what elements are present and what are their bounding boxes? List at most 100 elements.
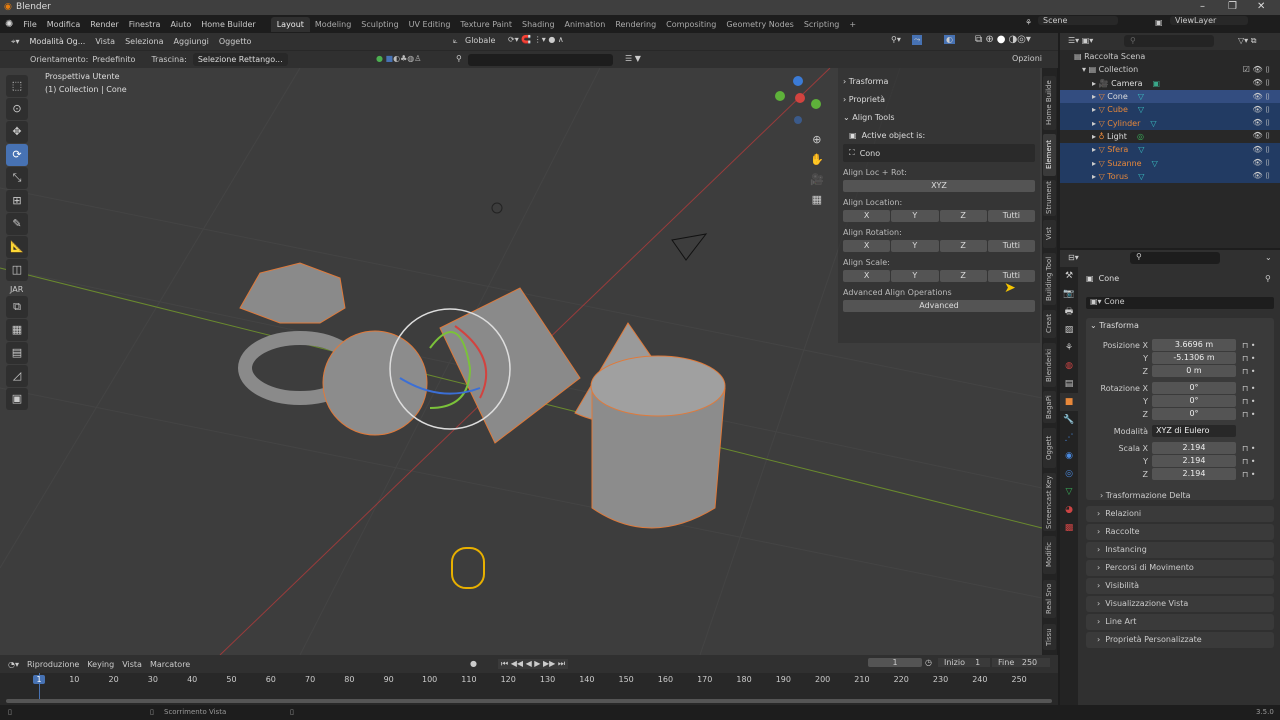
close-button[interactable]: ✕ [1257, 1, 1265, 12]
rotation-x-field[interactable]: 0° [1152, 382, 1236, 394]
tab-shading[interactable]: Shading [517, 20, 560, 29]
editor-type-icon[interactable]: ⌖▾ [8, 37, 23, 47]
start-frame-field[interactable]: Inizio 1 [938, 658, 990, 667]
sidebar-tab-building-tool[interactable]: Building Tool [1043, 253, 1056, 305]
constraints-tab-icon[interactable]: ◎ [1060, 465, 1078, 483]
panel-percorsi-di-movimento[interactable]: › Percorsi di Movimento [1086, 560, 1274, 576]
visibility-toggles[interactable]: 👁 ⌷ [1253, 105, 1271, 115]
sidebar-tab-modific[interactable]: Modific [1043, 536, 1056, 574]
outliner-item-cone[interactable]: ▸ ▽ Cone ▽ 👁 ⌷ [1060, 89, 1280, 104]
properties-search-input[interactable]: ⚲ [1130, 252, 1220, 264]
object-tab-icon[interactable]: ■ [1060, 393, 1078, 411]
tab-sculpting[interactable]: Sculpting [356, 20, 403, 29]
panel-visualizzazione-vista[interactable]: › Visualizzazione Vista [1086, 596, 1274, 612]
outliner-item-cube[interactable]: ▸ ▽ Cube ▽ 👁 ⌷ [1060, 103, 1280, 117]
lock-icon[interactable]: ⊓ • [1242, 397, 1256, 406]
add-cube-tool-icon[interactable]: ◫ [6, 259, 28, 281]
sidebar-tab-vist[interactable]: Vist [1043, 220, 1056, 248]
camera-object[interactable] [671, 233, 708, 261]
pivot-icon[interactable]: ⟳▾ 🧲 ⋮▾ ● ∧ [505, 35, 567, 44]
visibility-toggles[interactable]: ☑ 👁 ⌷ [1243, 65, 1270, 75]
tool-tab-icon[interactable]: ⚒ [1060, 267, 1078, 285]
lock-icon[interactable]: ⊓ • [1242, 444, 1256, 453]
tab-animation[interactable]: Animation [560, 20, 611, 29]
lock-icon[interactable]: ⊓ • [1242, 341, 1256, 350]
jar-tool-4-icon[interactable]: ◿ [6, 365, 28, 387]
viewport-search-input[interactable] [468, 54, 613, 66]
mode-selector[interactable]: Modalità Og... [27, 37, 89, 46]
lock-icon[interactable]: ⊓ • [1242, 470, 1256, 479]
menu-add[interactable]: Aggiungi [171, 37, 212, 46]
rotate-tool-icon[interactable]: ⟳ [6, 144, 28, 166]
location-x-field[interactable]: 3.6696 m [1152, 339, 1236, 351]
editor-type-icon[interactable]: ◔▾ [8, 660, 19, 669]
end-frame-field[interactable]: Fine 250 [992, 658, 1050, 667]
section-align-tools[interactable]: ⌄ Align Tools [843, 108, 1035, 126]
sidebar-tab-blenderki[interactable]: Blenderki [1043, 343, 1056, 387]
output-tab-icon[interactable]: 🖶 [1060, 303, 1078, 321]
minimize-button[interactable]: – [1200, 1, 1205, 12]
rotation-mode-dropdown[interactable]: XYZ di Eulero [1152, 425, 1236, 437]
pan-hand-icon[interactable]: ✋ [810, 150, 824, 170]
particles-tab-icon[interactable]: ⋰ [1060, 429, 1078, 447]
align-scale-y-button[interactable]: Y [891, 270, 939, 282]
visibility-toggles[interactable]: 👁 ⌷ [1253, 145, 1271, 155]
align-location-x-button[interactable]: X [843, 210, 891, 222]
object-name-field[interactable]: ▣▾ Cone [1086, 297, 1274, 309]
rotation-z-field[interactable]: 0° [1152, 408, 1236, 420]
transform-orientation-dropdown[interactable]: Globale [462, 36, 498, 45]
jar-tool-3-icon[interactable]: ▤ [6, 342, 28, 364]
tab-scripting[interactable]: Scripting [799, 20, 845, 29]
camera-view-icon[interactable]: 🎥 [810, 170, 824, 190]
move-tool-icon[interactable]: ✥ [6, 121, 28, 143]
drag-dropdown[interactable]: Selezione Rettango... [192, 53, 288, 66]
gizmo-toggle-icon[interactable]: ⤳ [912, 35, 923, 45]
gizmo-y-axis[interactable] [811, 99, 821, 109]
tab-uv-editing[interactable]: UV Editing [404, 20, 456, 29]
collection-tab-icon[interactable]: ▤ [1060, 375, 1078, 393]
tab-compositing[interactable]: Compositing [661, 20, 721, 29]
visibility-toggles[interactable]: 👁 ⌷ [1253, 78, 1271, 88]
advanced-button[interactable]: Advanced [843, 300, 1035, 312]
tab-layout[interactable]: Layout [270, 16, 310, 32]
record-icon[interactable]: ● [470, 659, 477, 668]
scene-collection-row[interactable]: ▤ Raccolta Scena [1060, 50, 1280, 63]
visibility-toggles[interactable]: 👁 ⌷ [1253, 118, 1271, 128]
location-z-field[interactable]: 0 m [1152, 365, 1236, 377]
filter-icon[interactable]: ☰ ▼ [625, 54, 641, 63]
lock-icon[interactable]: ⊓ • [1242, 410, 1256, 419]
scale-tool-icon[interactable]: ⤡ [6, 167, 28, 189]
align-rotation-y-button[interactable]: Y [891, 240, 939, 252]
orientation-dropdown[interactable]: Predefinito [92, 55, 135, 64]
material-tab-icon[interactable]: ◕ [1060, 501, 1078, 519]
zoom-icon[interactable]: ⊕ [810, 130, 824, 150]
section-properties[interactable]: › Proprietà [843, 90, 1035, 108]
select-box-tool-icon[interactable]: ⬚ [6, 75, 28, 97]
visibility-toggles[interactable]: 👁 ⌷ [1253, 171, 1271, 181]
texture-tab-icon[interactable]: ▩ [1060, 519, 1078, 537]
outliner-item-suzanne[interactable]: ▸ ▽ Suzanne ▽ 👁 ⌷ [1060, 156, 1280, 170]
visibility-icon[interactable]: ⚲▾ [888, 35, 904, 44]
outliner-item-cylinder[interactable]: ▸ ▽ Cylinder ▽ 👁 ⌷ [1060, 116, 1280, 130]
tab-texture-paint[interactable]: Texture Paint [455, 20, 517, 29]
lock-icon[interactable]: ⊓ • [1242, 354, 1256, 363]
panel-proprietà-personalizzate[interactable]: › Proprietà Personalizzate [1086, 632, 1274, 648]
rotation-y-field[interactable]: 0° [1152, 395, 1236, 407]
editor-type-icon[interactable]: ⊟▾ [1068, 253, 1079, 262]
world-tab-icon[interactable]: ◍ [1060, 357, 1078, 375]
gizmo-neg-z-axis[interactable] [794, 116, 802, 124]
menu-view[interactable]: Vista [92, 37, 118, 46]
menu-file[interactable]: File [18, 20, 41, 29]
menu-help[interactable]: Aiuto [165, 20, 196, 29]
menu-render[interactable]: Render [85, 20, 123, 29]
outliner-search-input[interactable] [1124, 35, 1214, 47]
panel-raccolte[interactable]: › Raccolte [1086, 524, 1274, 540]
maximize-button[interactable]: ❐ [1228, 1, 1237, 12]
panel-visibilità[interactable]: › Visibilità [1086, 578, 1274, 594]
scene-tab-icon[interactable]: ⚘ [1060, 339, 1078, 357]
sidebar-tab-home-builde[interactable]: Home Builde [1043, 76, 1056, 130]
section-transform[interactable]: › Trasforma [843, 72, 1035, 90]
grid-ortho-icon[interactable]: ▦ [810, 190, 824, 210]
align-location-all-button[interactable]: Tutti [987, 210, 1035, 222]
sidebar-tab-element[interactable]: Element [1043, 134, 1056, 176]
